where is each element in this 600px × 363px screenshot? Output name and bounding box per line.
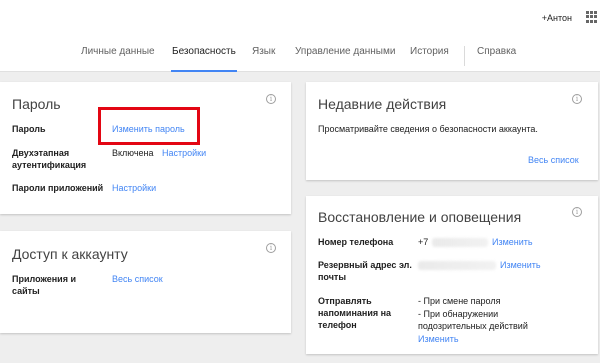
backup-email-change-link[interactable]: Изменить xyxy=(500,259,541,271)
app-passwords-label: Пароли приложений xyxy=(12,183,104,193)
tab-language[interactable]: Язык xyxy=(252,46,275,72)
recent-activity-title: Недавние действия xyxy=(318,96,447,112)
phone-reminders-label: Отправлять напоминания на телефон xyxy=(318,296,392,330)
backup-email-label: Резервный адрес эл. почты xyxy=(318,260,412,282)
reminder-suspicious-activity: - При обнаружении подозрительных действи… xyxy=(418,309,528,331)
apps-view-all-link[interactable]: Весь список xyxy=(112,273,163,285)
recent-activity-description: Просматривайте сведения о безопасности а… xyxy=(318,124,538,134)
tab-help[interactable]: Справка xyxy=(477,46,516,72)
phone-redaction xyxy=(432,238,488,247)
tab-personal-info[interactable]: Личные данные xyxy=(81,46,155,72)
password-card-title: Пароль xyxy=(12,96,61,112)
tab-bar: Личные данные Безопасность Язык Управлен… xyxy=(0,46,600,72)
tab-history[interactable]: История xyxy=(410,46,449,72)
email-redaction xyxy=(418,261,496,270)
user-name-link[interactable]: +Антон xyxy=(542,13,572,23)
info-icon[interactable]: i xyxy=(572,94,582,104)
two-step-status: Включена xyxy=(112,148,154,158)
reminders-change-link[interactable]: Изменить xyxy=(418,333,459,345)
phone-label: Номер телефона xyxy=(318,237,394,247)
reminder-password-change: - При смене пароля xyxy=(418,296,501,306)
highlight-box xyxy=(98,107,200,145)
apps-and-sites-label: Приложения и сайты xyxy=(12,274,76,296)
account-access-title: Доступ к аккаунту xyxy=(12,246,128,262)
tab-data-management[interactable]: Управление данными xyxy=(295,46,395,72)
phone-value: +7 xyxy=(418,237,429,247)
info-icon[interactable]: i xyxy=(572,207,582,217)
phone-change-link[interactable]: Изменить xyxy=(492,236,533,248)
info-icon[interactable]: i xyxy=(266,94,276,104)
top-bar: +Антон Личные данные Безопасность Язык У… xyxy=(0,0,600,72)
apps-grid-icon[interactable] xyxy=(586,11,598,23)
tab-security[interactable]: Безопасность xyxy=(171,46,237,72)
two-step-settings-link[interactable]: Настройки xyxy=(162,147,206,159)
recent-activity-view-all-link[interactable]: Весь список xyxy=(528,154,579,166)
password-label: Пароль xyxy=(12,124,46,134)
app-passwords-settings-link[interactable]: Настройки xyxy=(112,182,156,194)
two-step-label: Двухэтапная аутентификация xyxy=(12,148,87,170)
tab-divider xyxy=(464,46,465,66)
info-icon[interactable]: i xyxy=(266,243,276,253)
recovery-title: Восстановление и оповещения xyxy=(318,209,522,225)
